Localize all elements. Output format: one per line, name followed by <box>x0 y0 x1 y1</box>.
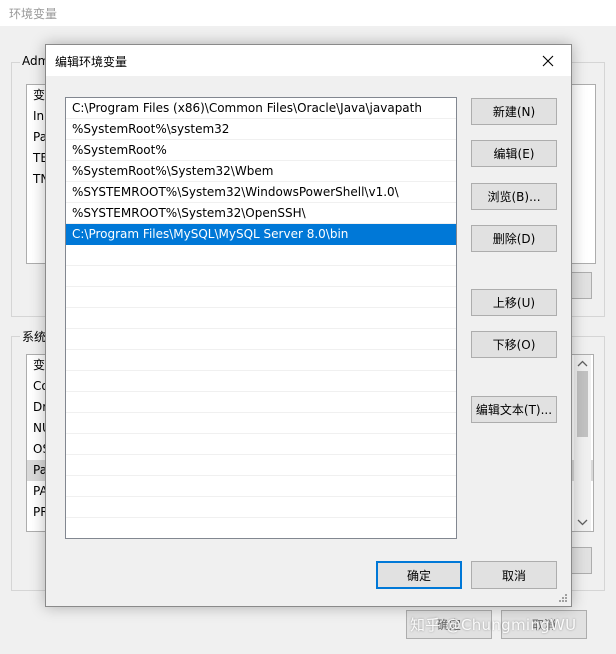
empty-path-row[interactable] <box>66 245 456 266</box>
env-variables-title: 环境变量 <box>9 7 58 21</box>
env-variables-titlebar: 环境变量 <box>0 0 616 26</box>
empty-path-row[interactable] <box>66 455 456 476</box>
move-down-button[interactable]: 下移(O) <box>471 331 557 358</box>
new-button-label: 新建(N) <box>492 105 536 119</box>
path-row[interactable]: %SystemRoot%\system32 <box>66 119 456 140</box>
edit-button-label: 编辑(E) <box>493 147 535 161</box>
edit-text-button-label: 编辑文本(T)... <box>475 403 553 417</box>
dialog-titlebar: 编辑环境变量 <box>46 45 571 76</box>
empty-path-row[interactable] <box>66 266 456 287</box>
empty-path-row[interactable] <box>66 476 456 497</box>
scroll-up-arrow-icon[interactable] <box>574 357 591 371</box>
cancel-button[interactable]: 取消 <box>471 561 557 589</box>
edit-env-variable-dialog: 编辑环境变量 C:\Program Files (x86)\Common Fil… <box>45 44 572 607</box>
delete-button-label: 删除(D) <box>492 232 536 246</box>
close-icon <box>542 55 554 66</box>
empty-path-row[interactable] <box>66 518 456 538</box>
delete-button[interactable]: 删除(D) <box>471 225 557 252</box>
empty-path-row[interactable] <box>66 371 456 392</box>
path-row[interactable]: C:\Program Files (x86)\Common Files\Orac… <box>66 98 456 119</box>
move-up-button-label: 上移(U) <box>492 296 536 310</box>
ok-button[interactable]: 确定 <box>376 561 462 589</box>
move-down-button-label: 下移(O) <box>492 338 536 352</box>
new-button[interactable]: 新建(N) <box>471 98 557 125</box>
edit-button[interactable]: 编辑(E) <box>471 140 557 167</box>
system-variables-scroll-thumb[interactable] <box>577 371 588 437</box>
ok-button-label: 确定 <box>406 568 431 583</box>
system-variables-label: 系统 <box>20 328 49 345</box>
system-variables-scrollbar[interactable] <box>574 355 591 531</box>
browse-button-label: 浏览(B)... <box>487 190 541 204</box>
watermark: 知乎 @ChungmingWU <box>410 616 577 634</box>
edit-text-button[interactable]: 编辑文本(T)... <box>471 396 557 423</box>
cancel-button-label: 取消 <box>501 568 526 583</box>
empty-path-row[interactable] <box>66 392 456 413</box>
browse-button[interactable]: 浏览(B)... <box>471 183 557 210</box>
dialog-title: 编辑环境变量 <box>55 55 128 69</box>
path-row[interactable]: %SystemRoot%\System32\Wbem <box>66 161 456 182</box>
resize-grip-icon[interactable] <box>558 593 568 603</box>
path-row[interactable]: %SYSTEMROOT%\System32\WindowsPowerShell\… <box>66 182 456 203</box>
empty-path-row[interactable] <box>66 413 456 434</box>
close-button[interactable] <box>525 45 571 76</box>
path-row[interactable]: %SYSTEMROOT%\System32\OpenSSH\ <box>66 203 456 224</box>
empty-path-row[interactable] <box>66 497 456 518</box>
empty-path-row[interactable] <box>66 329 456 350</box>
path-row[interactable]: C:\Program Files\MySQL\MySQL Server 8.0\… <box>66 224 456 245</box>
empty-path-row[interactable] <box>66 434 456 455</box>
scroll-down-arrow-icon[interactable] <box>574 515 591 529</box>
move-up-button[interactable]: 上移(U) <box>471 289 557 316</box>
empty-path-row[interactable] <box>66 287 456 308</box>
path-row[interactable]: %SystemRoot% <box>66 140 456 161</box>
empty-path-row[interactable] <box>66 308 456 329</box>
empty-path-row[interactable] <box>66 350 456 371</box>
path-list[interactable]: C:\Program Files (x86)\Common Files\Orac… <box>65 97 457 539</box>
